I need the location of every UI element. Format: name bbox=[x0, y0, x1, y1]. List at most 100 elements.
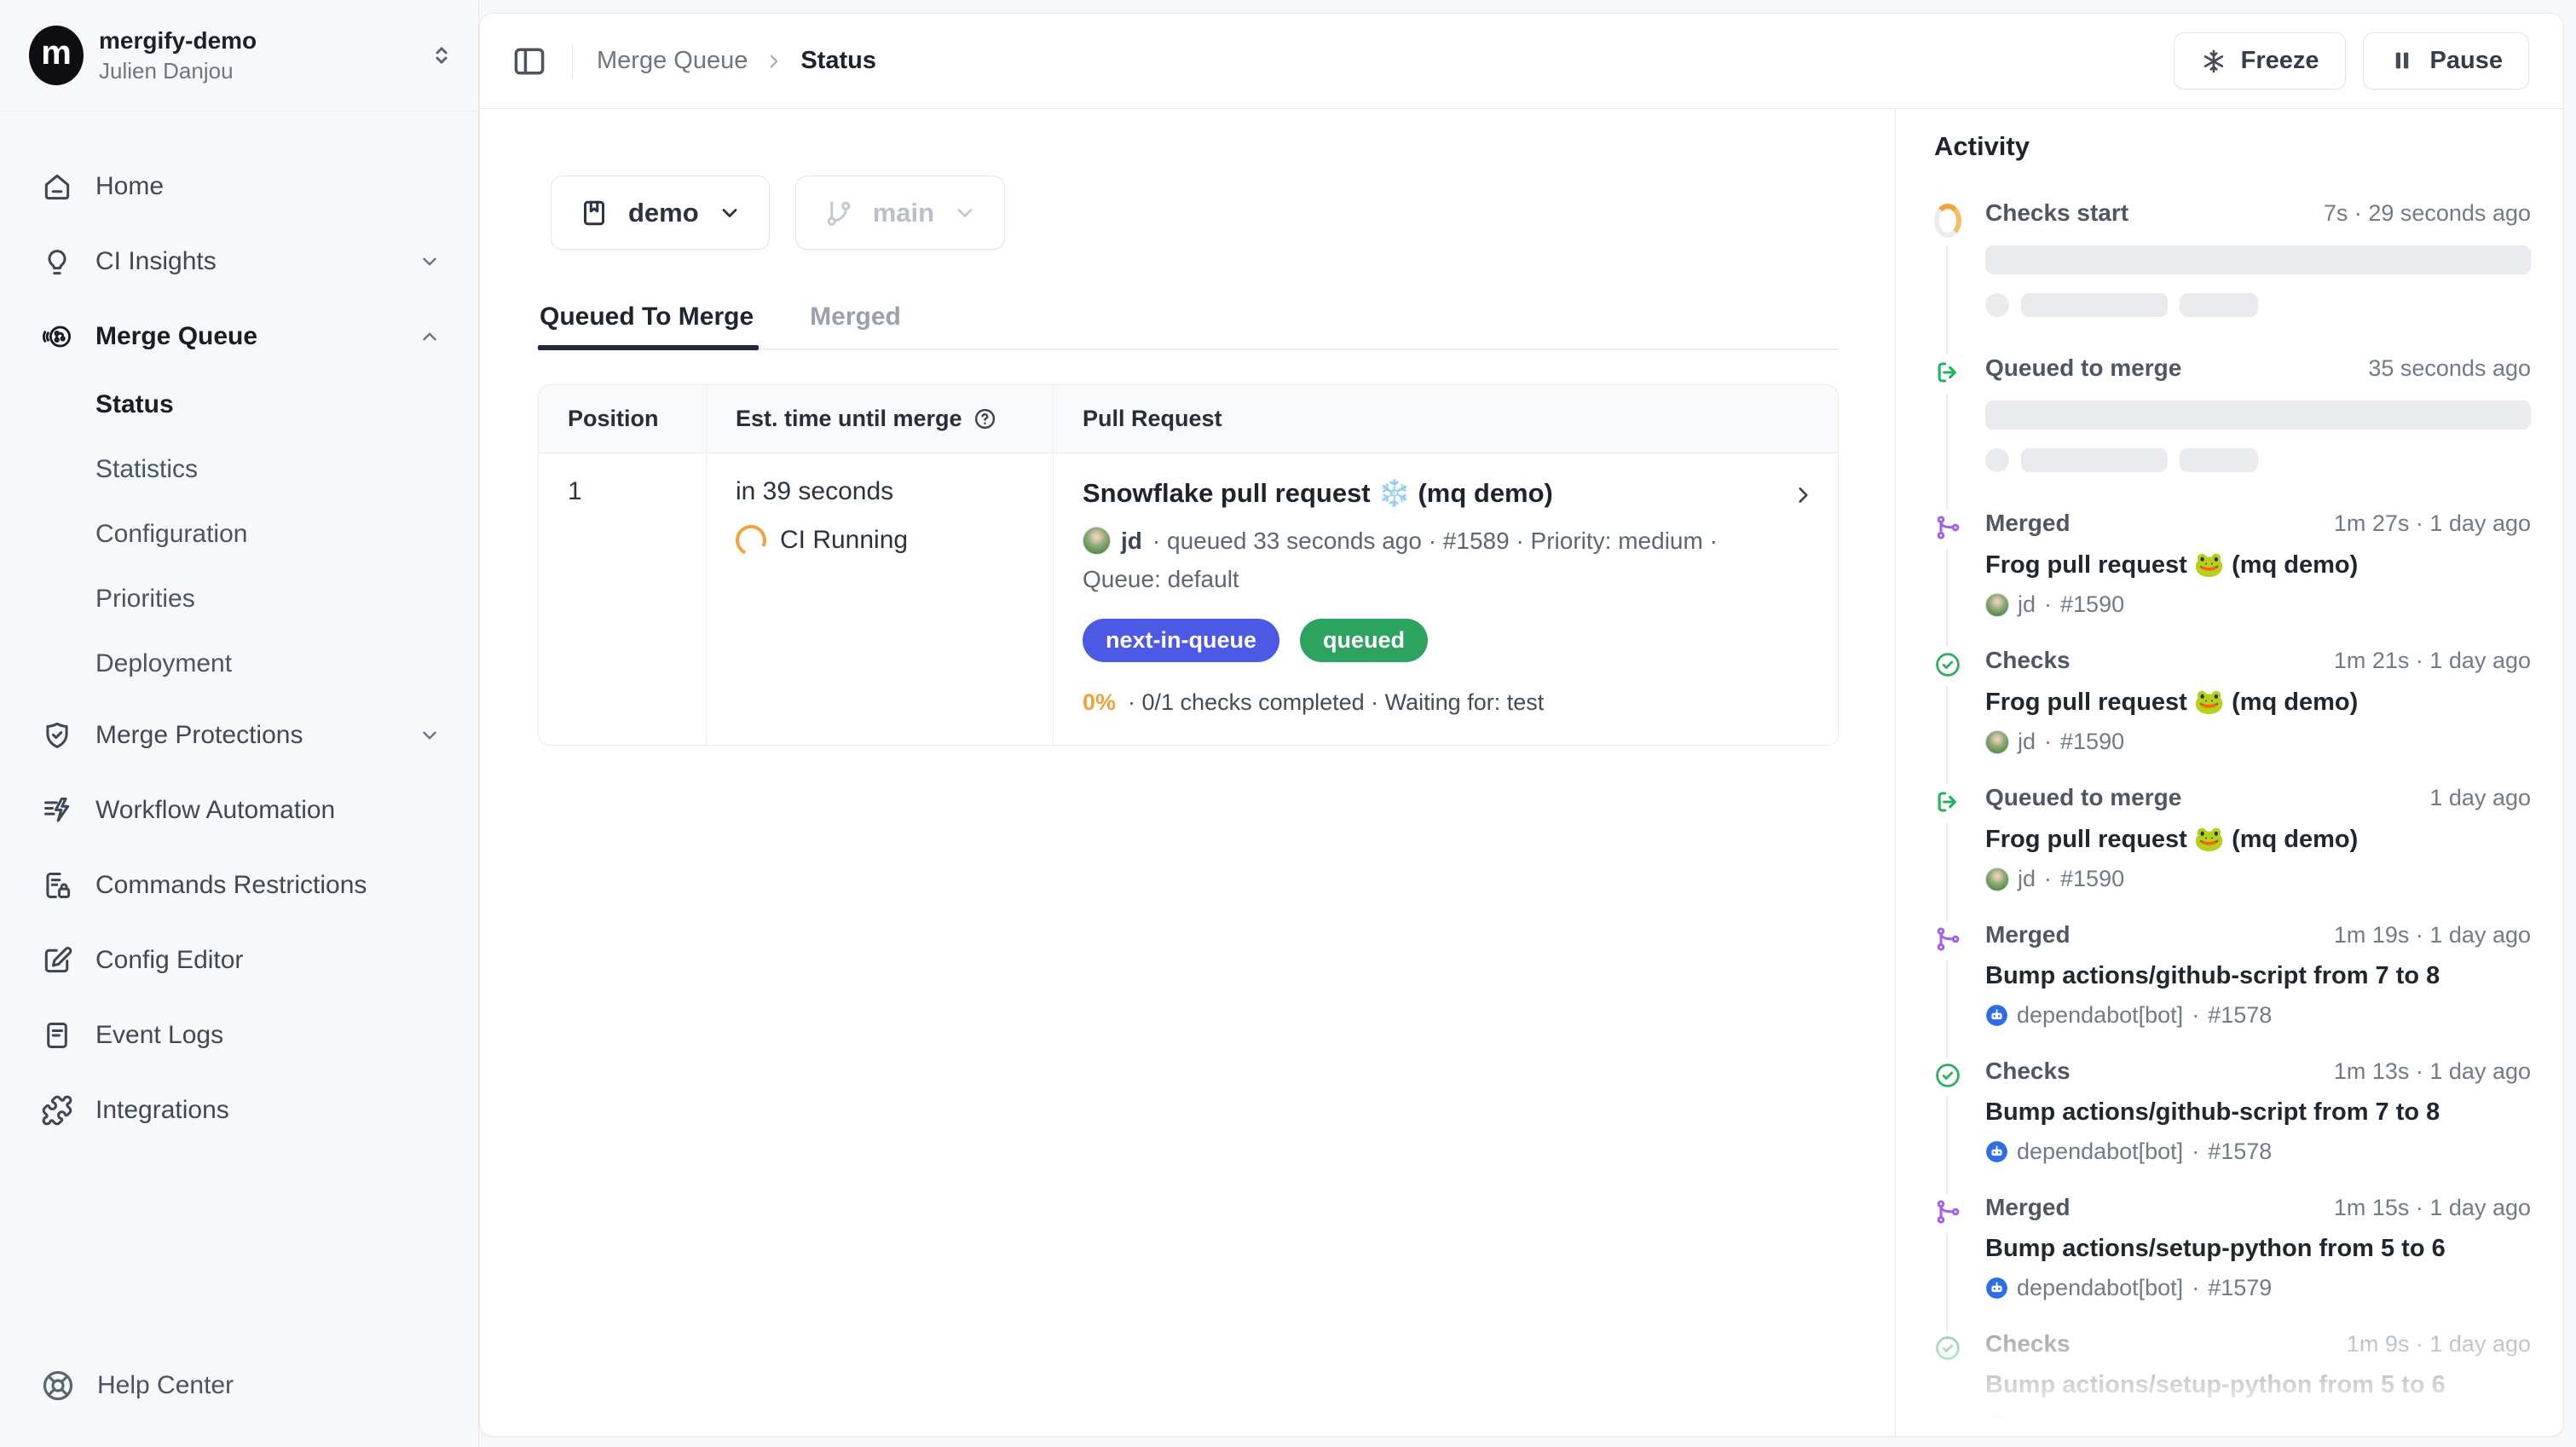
breadcrumb-status: Status bbox=[800, 47, 876, 75]
selectors-row: demo main bbox=[551, 176, 1839, 250]
activity-item-meta: dependabot[bot] · #1578 bbox=[1985, 1139, 2531, 1165]
activity-author: jd bbox=[2018, 866, 2036, 892]
activity-item-title: Merged bbox=[1985, 1194, 2071, 1221]
activity-item-title: Queued to merge bbox=[1985, 784, 2181, 811]
sidebar-item-label: CI Insights bbox=[95, 247, 396, 276]
checks-progress: 0% bbox=[1083, 689, 1116, 716]
org-user: Julien Danjou bbox=[99, 58, 413, 84]
circle-check-icon bbox=[1934, 647, 1961, 686]
sidebar-item-label: Event Logs bbox=[95, 1021, 441, 1050]
activity-pr-number: #1579 bbox=[2208, 1275, 2272, 1301]
square-pen-icon bbox=[41, 944, 73, 977]
org-switcher[interactable]: m mergify-demo Julien Danjou bbox=[0, 0, 478, 112]
avatar bbox=[1985, 868, 2009, 891]
puzzle-icon bbox=[41, 1094, 73, 1127]
pr-checks-line: 0% · 0/1 checks completed · Waiting for:… bbox=[1083, 689, 1761, 716]
queue-content: demo main bbox=[480, 109, 1895, 1436]
avatar bbox=[1985, 730, 2009, 754]
sidebar-item-merge-queue[interactable]: Merge Queue bbox=[26, 306, 456, 367]
dependabot-icon bbox=[1985, 1004, 2008, 1027]
pause-label: Pause bbox=[2430, 47, 2503, 75]
app-root: m mergify-demo Julien Danjou Home CI Ins bbox=[0, 0, 2576, 1447]
activity-author: dependabot[bot] bbox=[2017, 1002, 2183, 1029]
activity-item-title: Checks bbox=[1985, 1058, 2071, 1085]
activity-item-time: 1m 19s · 1 day ago bbox=[2334, 922, 2531, 948]
activity-item-pr-title[interactable]: Bump actions/setup-python from 5 to 6 bbox=[1985, 1235, 2531, 1263]
sidebar-item-home[interactable]: Home bbox=[26, 156, 456, 217]
activity-item-pr-title[interactable]: Frog pull request 🐸 (mq demo) bbox=[1985, 551, 2531, 579]
sidebar-item-statistics[interactable]: Statistics bbox=[26, 442, 456, 497]
skeleton-dot bbox=[1985, 448, 2009, 472]
activity-item-pr-title[interactable]: Frog pull request 🐸 (mq demo) bbox=[1985, 688, 2531, 717]
activity-item-pr-title[interactable]: Bump actions/github-script from 7 to 8 bbox=[1985, 1098, 2531, 1127]
activity-author: dependabot[bot] bbox=[2017, 1139, 2183, 1165]
snowflake-icon bbox=[2200, 48, 2227, 75]
sidebar-item-help-center[interactable]: Help Center bbox=[26, 1355, 249, 1416]
queue-table: Position Est. time until merge Pull Requ… bbox=[538, 384, 1839, 746]
repository-selector-value: demo bbox=[628, 198, 699, 228]
activity-item-pr-title[interactable]: Frog pull request 🐸 (mq demo) bbox=[1985, 825, 2531, 854]
activity-item-meta: jd · #1590 bbox=[1985, 729, 2531, 755]
home-icon bbox=[41, 170, 73, 203]
sidebar-item-status[interactable]: Status bbox=[26, 378, 456, 432]
pr-author: jd bbox=[1121, 524, 1142, 557]
activity-item-meta: dependabot[bot] · #1579 bbox=[1985, 1275, 2531, 1301]
sidebar-item-ci-insights[interactable]: CI Insights bbox=[26, 231, 456, 292]
sidebar-item-deployment[interactable]: Deployment bbox=[26, 637, 456, 691]
sidebar-item-integrations[interactable]: Integrations bbox=[26, 1080, 456, 1141]
chevron-right-icon[interactable] bbox=[1792, 484, 1814, 506]
tab-queued-to-merge[interactable]: Queued To Merge bbox=[538, 303, 759, 349]
sidebar-item-config-editor[interactable]: Config Editor bbox=[26, 930, 456, 991]
sidebar-nav: Home CI Insights Merge Queue bbox=[0, 112, 478, 1447]
activity-pr-number: #1578 bbox=[2208, 1139, 2272, 1165]
skeleton-bar bbox=[2021, 293, 2168, 317]
column-position: Position bbox=[539, 385, 706, 453]
mergify-logo: m bbox=[29, 26, 84, 85]
tab-merged[interactable]: Merged bbox=[808, 303, 906, 349]
sidebar-item-commands-restrictions[interactable]: Commands Restrictions bbox=[26, 855, 456, 916]
pr-queue-name: Queue: default bbox=[1083, 566, 1761, 593]
sidebar-item-workflow-automation[interactable]: Workflow Automation bbox=[26, 780, 456, 841]
help-circle-icon[interactable] bbox=[973, 406, 997, 431]
chevron-down-icon bbox=[419, 251, 441, 273]
activity-item: Queued to merge 35 seconds ago bbox=[1934, 355, 2531, 472]
pr-meta-line: jd · queued 33 seconds ago · #1589 · Pri… bbox=[1083, 524, 1761, 557]
checks-summary: · 0/1 checks completed · Waiting for: te… bbox=[1128, 689, 1544, 716]
sidebar-item-label: Config Editor bbox=[95, 946, 441, 975]
sidebar-item-event-logs[interactable]: Event Logs bbox=[26, 1005, 456, 1066]
activity-item-pr-title[interactable]: Bump actions/github-script from 7 to 8 bbox=[1985, 962, 2531, 990]
sidebar-toggle-icon[interactable] bbox=[511, 43, 548, 80]
pr-meta-text: · queued 33 seconds ago · #1589 · Priori… bbox=[1152, 524, 1718, 557]
chevron-up-icon bbox=[419, 326, 441, 348]
skeleton-bar bbox=[1985, 245, 2531, 274]
chevrons-up-down-icon bbox=[429, 43, 454, 68]
breadcrumb-merge-queue[interactable]: Merge Queue bbox=[597, 47, 748, 75]
shield-check-icon bbox=[41, 719, 73, 752]
sidebar-item-configuration[interactable]: Configuration bbox=[26, 507, 456, 562]
ci-running-spinner-icon bbox=[731, 521, 771, 560]
sidebar-item-merge-protections[interactable]: Merge Protections bbox=[26, 705, 456, 766]
help-center-label: Help Center bbox=[97, 1371, 234, 1400]
merge-queue-submenu: Status Statistics Configuration Prioriti… bbox=[26, 378, 456, 691]
activity-pr-number: #1590 bbox=[2060, 729, 2124, 755]
repository-selector[interactable]: demo bbox=[551, 176, 770, 250]
column-est-time: Est. time until merge bbox=[706, 385, 1053, 453]
activity-item-title: Checks bbox=[1985, 647, 2071, 674]
top-bar: Merge Queue Status Freeze Pause bbox=[480, 14, 2563, 109]
circle-check-icon bbox=[1934, 1058, 1961, 1097]
position-cell: 1 bbox=[539, 453, 706, 745]
eta-cell: in 39 seconds CI Running bbox=[706, 453, 1053, 745]
pr-title[interactable]: Snowflake pull request ❄️ (mq demo) bbox=[1083, 477, 1761, 509]
activity-item-time: 7s · 29 seconds ago bbox=[2324, 200, 2531, 227]
branch-selector[interactable]: main bbox=[795, 176, 1005, 250]
freeze-button[interactable]: Freeze bbox=[2174, 32, 2346, 89]
activity-item: Checks start 7s · 29 seconds ago bbox=[1934, 199, 2531, 317]
ci-status-label: CI Running bbox=[780, 526, 908, 555]
queue-table-row[interactable]: 1 in 39 seconds CI Running Snowflake pul… bbox=[539, 453, 1838, 745]
sidebar-item-priorities[interactable]: Priorities bbox=[26, 572, 456, 626]
pause-button[interactable]: Pause bbox=[2363, 32, 2529, 89]
sidebar-item-label: Workflow Automation bbox=[95, 796, 441, 825]
activity-item-time: 1m 15s · 1 day ago bbox=[2334, 1195, 2531, 1221]
activity-author: jd bbox=[2018, 729, 2036, 755]
git-branch-icon bbox=[823, 198, 854, 228]
